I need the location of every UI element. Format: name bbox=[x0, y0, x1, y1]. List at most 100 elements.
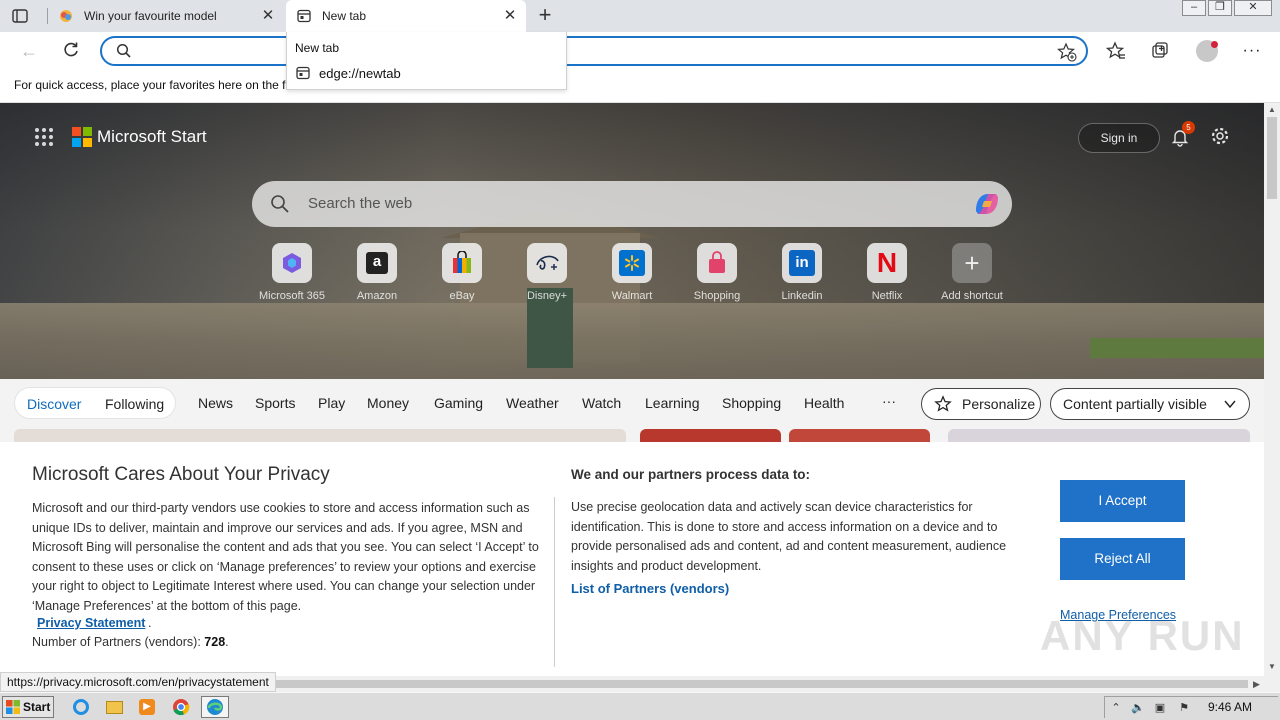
network-icon[interactable]: ▣ bbox=[1153, 701, 1167, 715]
hero-background-image: Microsoft Start Sign in 5 Search the web… bbox=[0, 103, 1264, 379]
more-options-icon[interactable]: ··· bbox=[1242, 41, 1262, 61]
list-of-partners-link[interactable]: List of Partners (vendors) bbox=[571, 581, 729, 596]
show-hidden-icons-icon[interactable]: ⌃ bbox=[1109, 701, 1123, 715]
profile-status-dot bbox=[1211, 41, 1218, 48]
tab-title: New tab bbox=[322, 9, 367, 23]
more-tabs-icon[interactable]: ··· bbox=[882, 393, 896, 409]
chevron-down-icon bbox=[1224, 400, 1236, 409]
content-visibility-dropdown[interactable]: Content partially visible bbox=[1050, 388, 1250, 420]
feed-tab-money[interactable]: Money bbox=[367, 395, 409, 411]
address-bar[interactable] bbox=[100, 36, 1088, 66]
new-tab-suggestion-dropdown: New tab edge://newtab bbox=[286, 32, 567, 90]
collections-icon[interactable] bbox=[1150, 41, 1170, 61]
scrollbar-thumb[interactable] bbox=[1267, 117, 1277, 199]
privacy-statement-period: . bbox=[148, 616, 152, 630]
new-tab-plus-icon[interactable]: + bbox=[534, 4, 556, 27]
sign-in-button[interactable]: Sign in bbox=[1078, 123, 1160, 153]
copilot-icon[interactable] bbox=[972, 191, 1002, 217]
toolbar: ← ··· bbox=[0, 32, 1280, 70]
feed-tab-play[interactable]: Play bbox=[318, 395, 345, 411]
shortcut-disney-plus[interactable]: Disney+ bbox=[507, 243, 587, 302]
feed-tab-health[interactable]: Health bbox=[804, 395, 844, 411]
tab-win-your-favourite-model[interactable]: Win your favourite model ✕ bbox=[48, 0, 284, 32]
vertical-scrollbar[interactable]: ▲ ▼ bbox=[1264, 103, 1280, 676]
site-favicon-icon bbox=[58, 8, 74, 24]
scroll-down-arrow-icon[interactable]: ▼ bbox=[1268, 663, 1276, 671]
scroll-up-arrow-icon[interactable]: ▲ bbox=[1268, 106, 1276, 114]
chrome-icon[interactable] bbox=[170, 697, 192, 717]
shortcut-amazon[interactable]: a Amazon bbox=[337, 243, 417, 302]
shortcut-microsoft-365[interactable]: Microsoft 365 bbox=[252, 243, 332, 302]
internet-explorer-icon[interactable] bbox=[70, 697, 92, 717]
feed-tab-weather[interactable]: Weather bbox=[506, 395, 559, 411]
back-arrow-icon[interactable]: ← bbox=[18, 40, 40, 62]
brand-name[interactable]: Microsoft Start bbox=[97, 127, 207, 147]
feed-card[interactable] bbox=[14, 429, 626, 443]
shortcut-label: Shopping bbox=[693, 290, 741, 302]
close-tab-icon[interactable]: ✕ bbox=[260, 8, 276, 24]
shopping-bag-icon bbox=[697, 243, 737, 283]
privacy-divider bbox=[554, 497, 555, 667]
tab-discover[interactable]: Discover bbox=[27, 396, 81, 412]
disney-plus-icon bbox=[527, 243, 567, 283]
minimize-icon[interactable]: ‒ bbox=[1182, 0, 1206, 16]
feed-tab-gaming[interactable]: Gaming bbox=[434, 395, 483, 411]
feed-card[interactable] bbox=[948, 429, 1250, 443]
privacy-statement-link[interactable]: Privacy Statement bbox=[37, 616, 145, 630]
shortcut-add[interactable]: + Add shortcut bbox=[932, 243, 1012, 302]
restore-icon[interactable]: ❐ bbox=[1208, 0, 1232, 16]
windows-logo-icon bbox=[6, 700, 20, 714]
shortcut-label: Amazon bbox=[356, 290, 398, 302]
action-center-flag-icon[interactable]: ⚑ bbox=[1177, 701, 1191, 715]
address-input[interactable] bbox=[138, 42, 1038, 60]
shortcut-walmart[interactable]: Walmart bbox=[592, 243, 672, 302]
feed-navigation: Discover Following News Sports Play Mone… bbox=[0, 379, 1264, 431]
media-player-icon[interactable]: ▶ bbox=[136, 697, 158, 717]
feed-tab-shopping[interactable]: Shopping bbox=[722, 395, 781, 411]
feed-tab-sports[interactable]: Sports bbox=[255, 395, 295, 411]
close-tab-icon[interactable]: ✕ bbox=[502, 8, 518, 24]
shortcut-label: Disney+ bbox=[526, 290, 568, 302]
close-window-icon[interactable]: ✕ bbox=[1234, 0, 1272, 16]
file-explorer-icon[interactable] bbox=[103, 697, 125, 717]
favorites-icon[interactable] bbox=[1105, 41, 1126, 61]
tab-actions-icon[interactable] bbox=[10, 6, 30, 26]
shortcut-label: Linkedin bbox=[781, 290, 823, 302]
shortcut-netflix[interactable]: N Netflix bbox=[847, 243, 927, 302]
suggestion-url: edge://newtab bbox=[319, 65, 401, 81]
feed-card[interactable] bbox=[640, 429, 781, 443]
personalize-label: Personalize bbox=[962, 396, 1036, 412]
app-launcher-icon[interactable] bbox=[34, 127, 54, 147]
page-viewport: Microsoft Start Sign in 5 Search the web… bbox=[0, 103, 1264, 676]
edge-taskbar-icon[interactable] bbox=[201, 696, 229, 718]
feed-card[interactable] bbox=[789, 429, 930, 443]
shortcut-linkedin[interactable]: in Linkedin bbox=[762, 243, 842, 302]
search-placeholder: Search the web bbox=[308, 195, 413, 212]
refresh-icon[interactable] bbox=[60, 40, 82, 62]
privacy-body-text: Microsoft and our third-party vendors us… bbox=[32, 501, 539, 613]
tab-new-tab[interactable]: New tab ✕ bbox=[286, 0, 526, 32]
reject-all-button[interactable]: Reject All bbox=[1060, 538, 1185, 580]
web-search-box[interactable]: Search the web bbox=[252, 181, 1012, 227]
shortcut-ebay[interactable]: eBay bbox=[422, 243, 502, 302]
feed-tab-watch[interactable]: Watch bbox=[582, 395, 621, 411]
scroll-right-arrow-icon[interactable]: ▶ bbox=[1253, 679, 1260, 690]
add-favorite-star-icon[interactable] bbox=[1056, 42, 1077, 65]
start-button[interactable]: Start bbox=[2, 696, 54, 718]
tab-following[interactable]: Following bbox=[105, 396, 164, 412]
settings-gear-icon[interactable] bbox=[1210, 126, 1230, 146]
shortcut-label: Walmart bbox=[611, 290, 653, 302]
taskbar-clock[interactable]: 9:46 AM bbox=[1208, 700, 1252, 714]
personalize-star-icon bbox=[934, 395, 952, 412]
add-shortcut-plus-icon: + bbox=[952, 243, 992, 283]
feed-tab-learning[interactable]: Learning bbox=[645, 395, 700, 411]
partners-period: . bbox=[225, 635, 229, 649]
volume-icon[interactable]: 🔈 bbox=[1131, 701, 1145, 715]
feed-tab-news[interactable]: News bbox=[198, 395, 233, 411]
shortcut-shopping[interactable]: Shopping bbox=[677, 243, 757, 302]
accept-button[interactable]: I Accept bbox=[1060, 480, 1185, 522]
personalize-button[interactable]: Personalize bbox=[921, 388, 1041, 420]
partners-label: Number of Partners (vendors): bbox=[32, 635, 205, 649]
suggestion-item[interactable]: edge://newtab bbox=[295, 65, 401, 81]
data-processing-text: Use precise geolocation data and activel… bbox=[571, 500, 1007, 573]
